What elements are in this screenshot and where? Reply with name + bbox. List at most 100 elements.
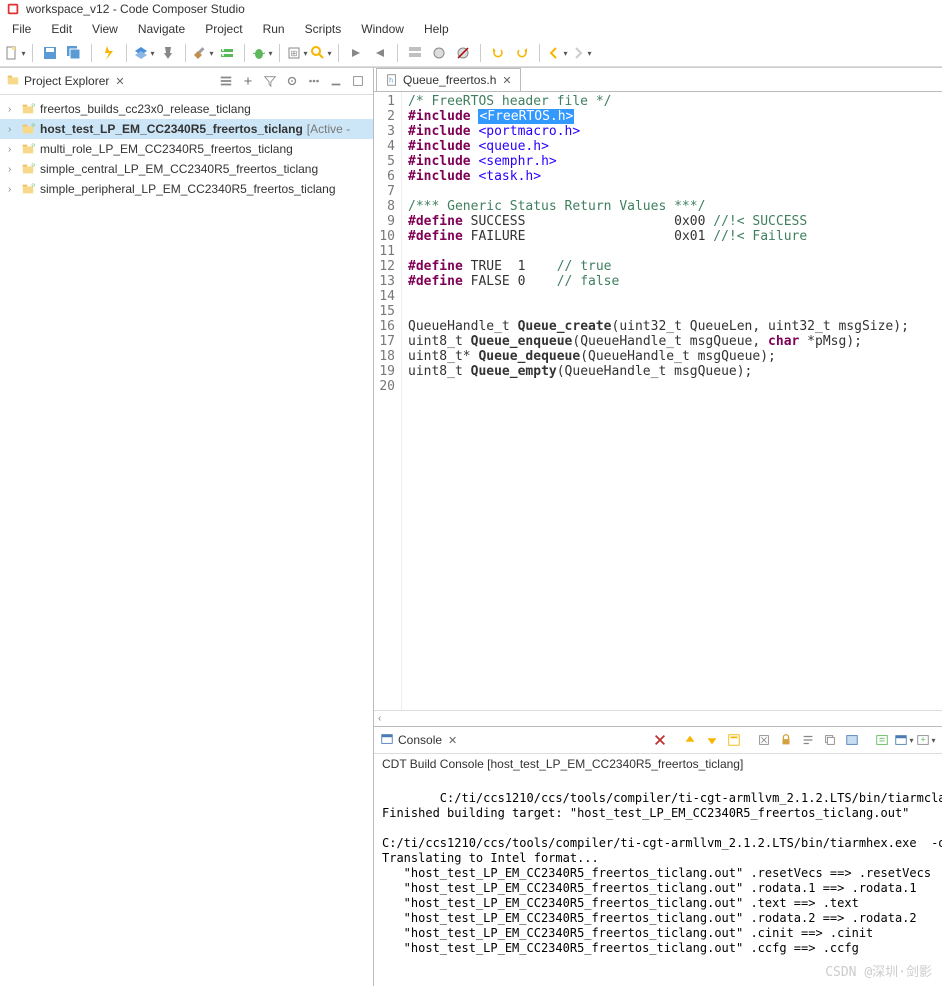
minimize-icon[interactable] (327, 72, 345, 90)
svg-text:ccs: ccs (32, 102, 36, 108)
menu-file[interactable]: File (4, 20, 39, 38)
expand-icon[interactable]: › (8, 104, 18, 115)
collapse-all-icon[interactable] (217, 72, 235, 90)
next-error-icon[interactable] (702, 730, 722, 750)
menu-navigate[interactable]: Navigate (130, 20, 193, 38)
project-icon: ccs (20, 101, 36, 117)
editor-tab[interactable]: h Queue_freertos.h ✕ (376, 68, 521, 91)
view-menu-icon[interactable] (305, 72, 323, 90)
redo-button[interactable] (511, 42, 533, 64)
new-connection-button[interactable]: ⊞▾ (286, 42, 308, 64)
project-label: simple_peripheral_LP_EM_CC2340R5_freerto… (40, 182, 336, 196)
new-button[interactable]: ▾ (4, 42, 26, 64)
filter-icon[interactable] (261, 72, 279, 90)
forward-button[interactable]: ▾ (570, 42, 592, 64)
project-item[interactable]: › ccs simple_peripheral_LP_EM_CC2340R5_fre… (0, 179, 373, 199)
link-editor-icon[interactable] (239, 72, 257, 90)
next-annotation-button[interactable] (345, 42, 367, 64)
save-all-button[interactable] (63, 42, 85, 64)
close-icon[interactable]: ✕ (115, 75, 124, 88)
svg-text:ccs: ccs (32, 122, 36, 128)
menu-view[interactable]: View (84, 20, 126, 38)
editor-area: h Queue_freertos.h ✕ 1234567891011121314… (374, 68, 942, 986)
display-selected-icon[interactable] (842, 730, 862, 750)
sep3 (864, 730, 870, 750)
undo-button[interactable] (487, 42, 509, 64)
console-panel: Console ✕ ▾ +▾ CDT Build C (374, 726, 942, 986)
show-errors-icon[interactable] (724, 730, 744, 750)
expand-icon[interactable]: › (8, 164, 18, 175)
menu-window[interactable]: Window (353, 20, 412, 38)
expand-icon[interactable]: › (8, 144, 18, 155)
back-button[interactable]: ▾ (546, 42, 568, 64)
project-item[interactable]: › ccs freertos_builds_cc23x0_release_ticla… (0, 99, 373, 119)
app-icon (6, 2, 20, 16)
flash-button[interactable] (98, 42, 120, 64)
pin-button[interactable] (157, 42, 179, 64)
build-all-button[interactable] (216, 42, 238, 64)
debug-button[interactable]: ▾ (251, 42, 273, 64)
project-label: freertos_builds_cc23x0_release_ticlang (40, 102, 251, 116)
console-output[interactable]: C:/ti/ccs1210/ccs/tools/compiler/ti-cgt-… (374, 774, 942, 986)
switch-workspace-button[interactable]: ▾ (133, 42, 155, 64)
prev-annotation-button[interactable] (369, 42, 391, 64)
clear-console-icon[interactable] (754, 730, 774, 750)
pin-console-icon[interactable] (872, 730, 892, 750)
menu-run[interactable]: Run (255, 20, 293, 38)
svg-text:ccs: ccs (32, 182, 36, 188)
terminate-icon[interactable] (650, 730, 670, 750)
project-item[interactable]: › ccs host_test_LP_EM_CC2340R5_freertos_ti… (0, 119, 373, 139)
expand-icon[interactable]: › (8, 124, 18, 135)
watermark: CSDN @深圳·剑影 (825, 965, 932, 980)
expand-icon[interactable]: › (8, 184, 18, 195)
scroll-lock-icon[interactable] (776, 730, 796, 750)
svg-text:ccs: ccs (32, 162, 36, 168)
project-icon: ccs (20, 161, 36, 177)
project-explorer-title: Project Explorer (24, 74, 109, 88)
project-icon: ccs (20, 181, 36, 197)
build-button[interactable]: ▾ (192, 42, 214, 64)
project-icon: ccs (20, 141, 36, 157)
skip-breakpoints-button[interactable] (452, 42, 474, 64)
focus-icon[interactable] (283, 72, 301, 90)
window-title-bar: workspace_v12 - Code Composer Studio (0, 0, 942, 18)
console-subtitle: CDT Build Console [host_test_LP_EM_CC234… (374, 754, 942, 774)
menu-bar: FileEditViewNavigateProject RunScriptsWin… (0, 18, 942, 40)
sep (672, 730, 678, 750)
tab-close-icon[interactable]: ✕ (502, 74, 511, 87)
word-wrap-icon[interactable] (798, 730, 818, 750)
open-type-button[interactable] (404, 42, 426, 64)
code-editor[interactable]: 1234567891011121314151617181920 /* FreeR… (374, 92, 942, 710)
project-icon: ccs (20, 121, 36, 137)
new-console-icon[interactable]: +▾ (916, 730, 936, 750)
prev-error-icon[interactable] (680, 730, 700, 750)
search-button[interactable]: ▾ (310, 42, 332, 64)
project-item[interactable]: › ccs multi_role_LP_EM_CC2340R5_freertos_t… (0, 139, 373, 159)
main-toolbar: ▾ ▾ ▾ ▾ ⊞▾ ▾ ▾ ▾ (0, 40, 942, 67)
menu-scripts[interactable]: Scripts (297, 20, 350, 38)
open-console-icon[interactable]: ▾ (894, 730, 914, 750)
console-header: Console ✕ ▾ +▾ (374, 727, 942, 754)
project-decoration: [Active - (307, 122, 350, 136)
project-explorer-icon (6, 73, 20, 90)
copy-icon[interactable] (820, 730, 840, 750)
maximize-icon[interactable] (349, 72, 367, 90)
editor-hscroll[interactable]: ‹ (374, 710, 942, 726)
code-content[interactable]: /* FreeRTOS header file */#include <Free… (402, 92, 942, 710)
menu-project[interactable]: Project (197, 20, 250, 38)
console-text: C:/ti/ccs1210/ccs/tools/compiler/ti-cgt-… (382, 791, 942, 986)
editor-tab-bar: h Queue_freertos.h ✕ (374, 68, 942, 92)
svg-text:ccs: ccs (32, 142, 36, 148)
console-title: Console (398, 733, 442, 747)
toggle-breakpoint-button[interactable] (428, 42, 450, 64)
menu-edit[interactable]: Edit (43, 20, 80, 38)
console-close-icon[interactable]: ✕ (448, 734, 457, 747)
project-label: host_test_LP_EM_CC2340R5_freertos_ticlan… (40, 122, 303, 136)
menu-help[interactable]: Help (416, 20, 457, 38)
save-button[interactable] (39, 42, 61, 64)
svg-text:h: h (389, 78, 393, 85)
project-tree[interactable]: › ccs freertos_builds_cc23x0_release_ticla… (0, 95, 373, 986)
project-label: multi_role_LP_EM_CC2340R5_freertos_ticla… (40, 142, 293, 156)
project-explorer-panel: Project Explorer ✕ › ccs freertos_builds_c… (0, 68, 374, 986)
project-item[interactable]: ›ccssimple_central_LP_EM_CC2340R5_freert… (0, 159, 373, 179)
